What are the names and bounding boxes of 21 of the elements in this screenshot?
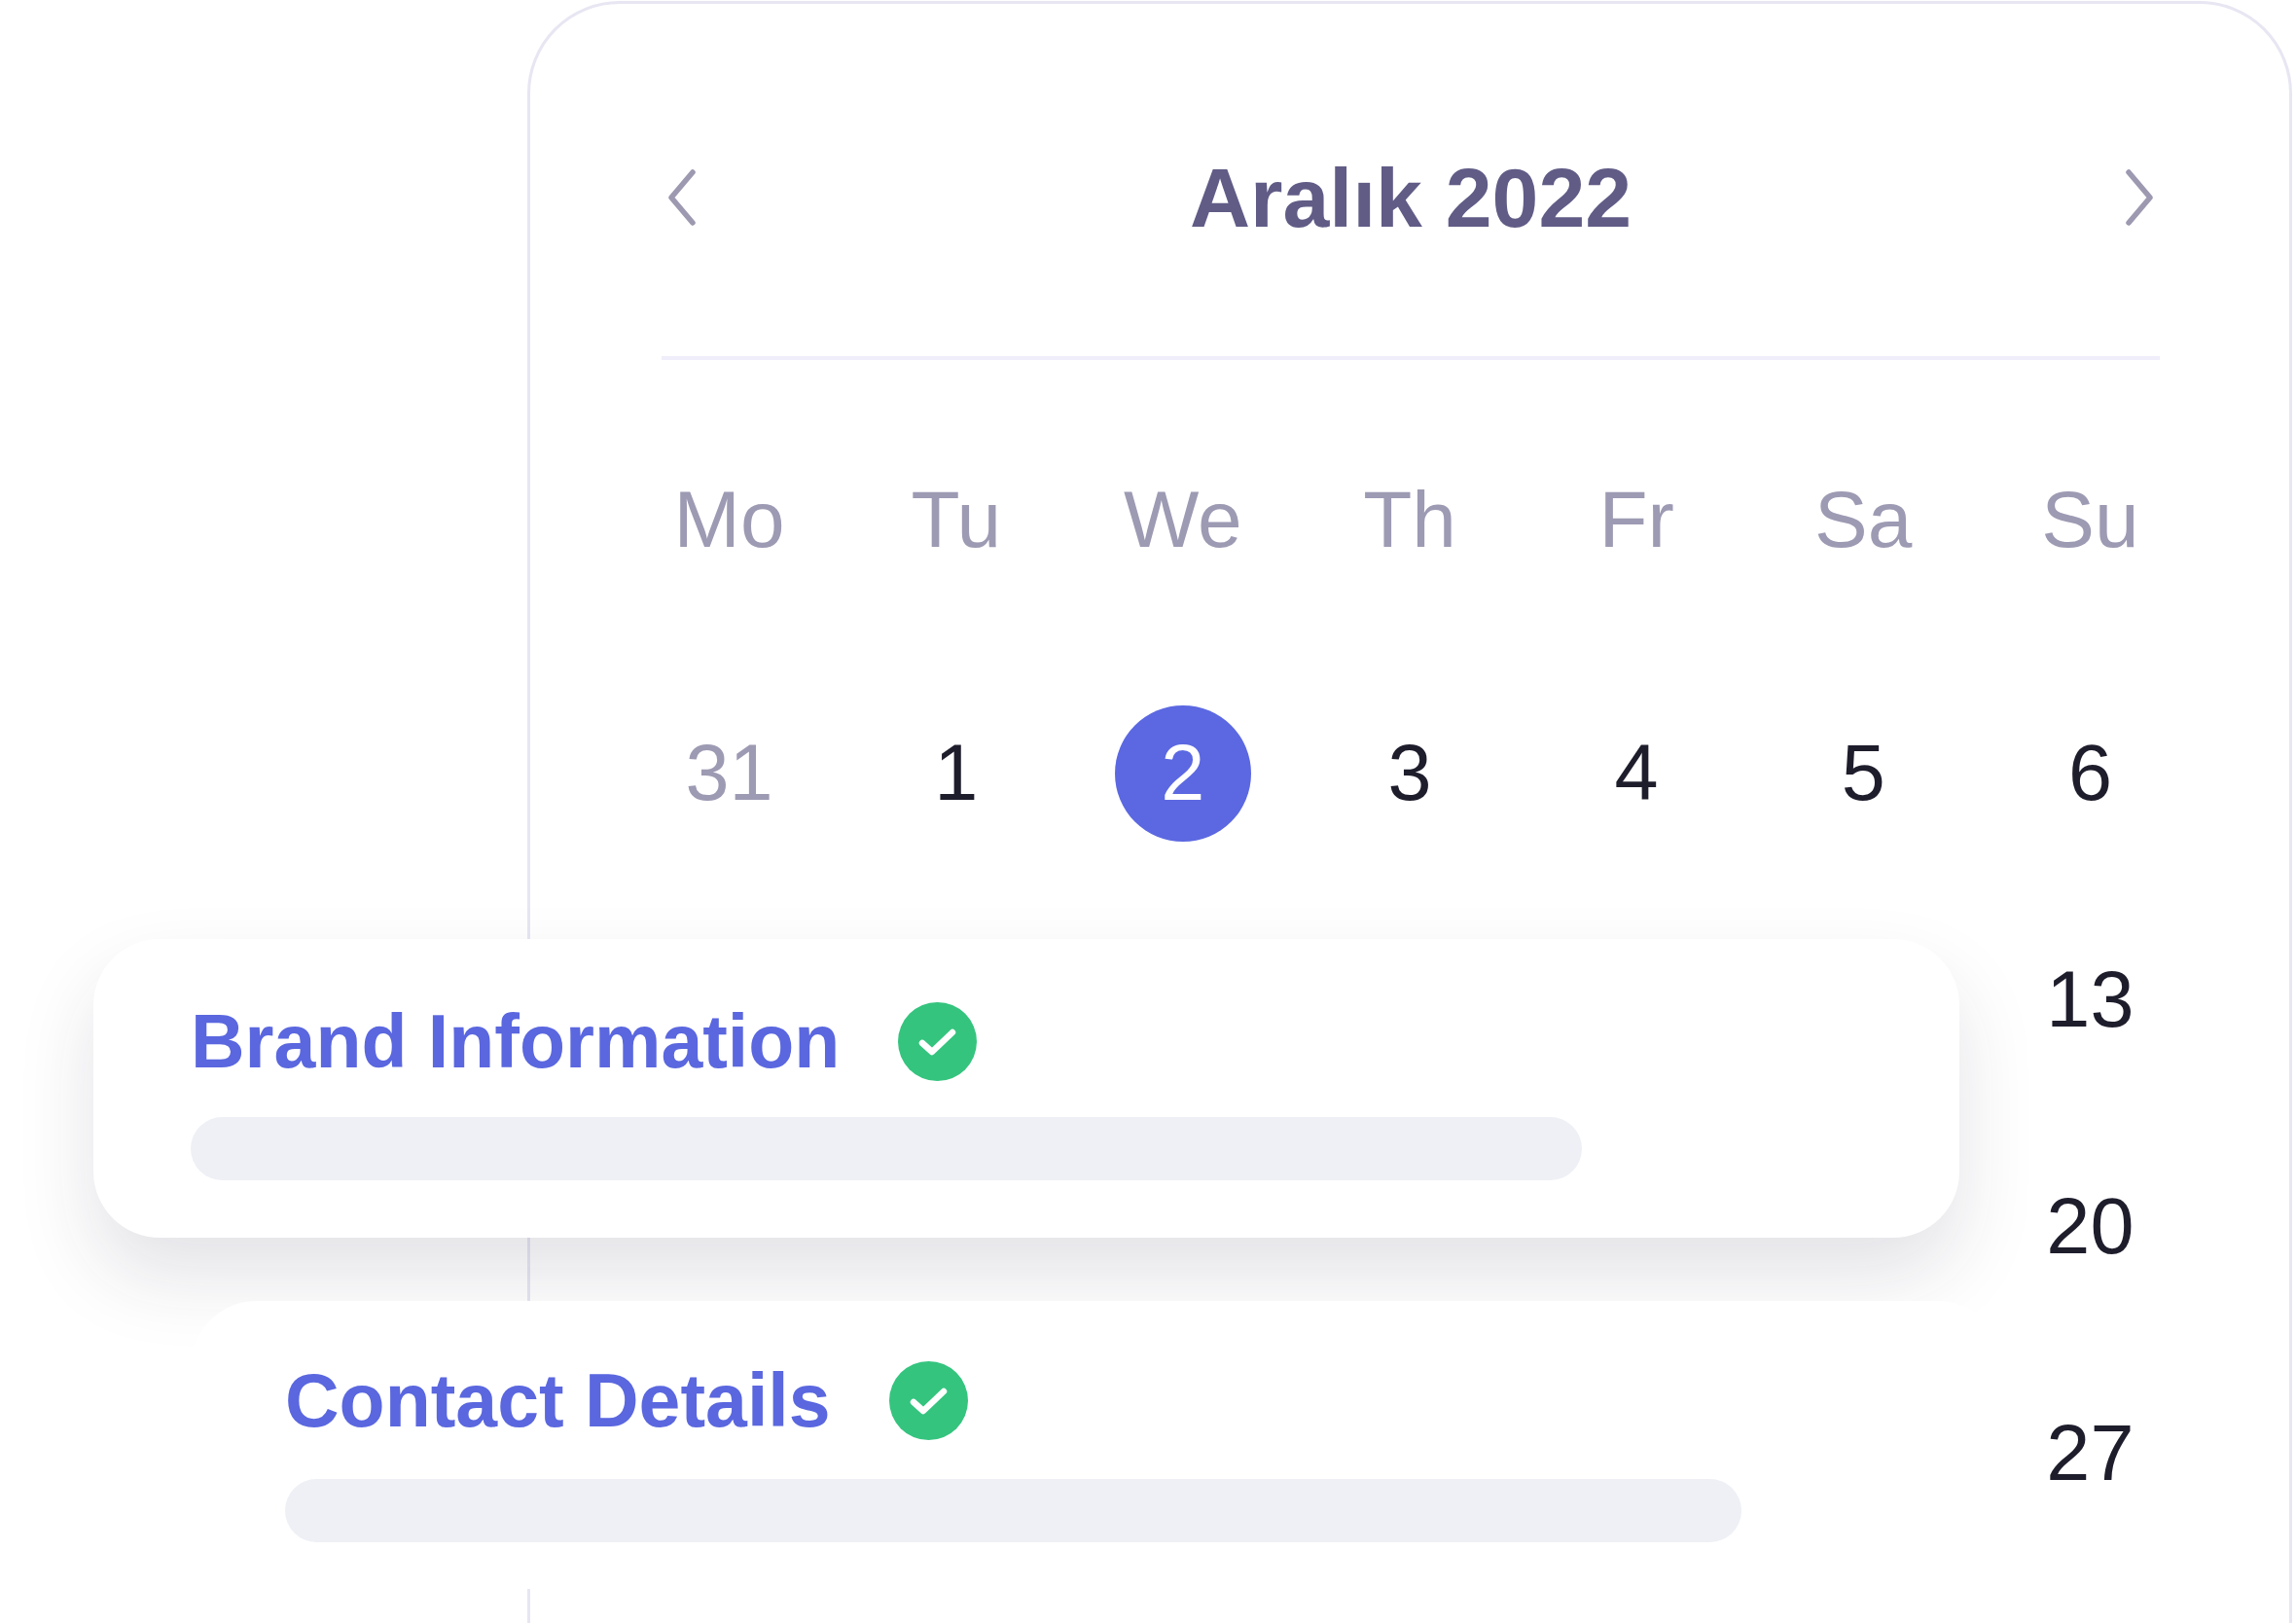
weekday-label: Fr <box>1598 480 1674 559</box>
calendar-day[interactable]: 3 <box>1387 734 1432 812</box>
calendar-day[interactable]: 1 <box>934 734 979 812</box>
weekday-label: Tu <box>911 480 1002 559</box>
weekday-label: Mo <box>673 480 785 559</box>
calendar-day[interactable]: 20 <box>2046 1187 2135 1266</box>
weekday-label: We <box>1124 480 1242 559</box>
step-title: Brand Information <box>191 1004 841 1079</box>
weekday-label: Th <box>1363 480 1456 559</box>
calendar-day[interactable]: 2 <box>1114 704 1251 842</box>
weekday-label: Su <box>2041 480 2139 559</box>
calendar-day[interactable]: 5 <box>1841 734 1885 812</box>
calendar-day[interactable]: 27 <box>2046 1414 2135 1493</box>
calendar-day[interactable]: 4 <box>1614 734 1659 812</box>
chevron-right-icon <box>2125 169 2154 226</box>
weekday-label: Sa <box>1814 480 1913 559</box>
chevron-left-icon <box>667 169 697 226</box>
calendar-day[interactable]: 13 <box>2046 960 2135 1039</box>
step-title: Contact Details <box>285 1363 831 1438</box>
month-title: Aralık 2022 <box>1189 156 1632 239</box>
calendar-day[interactable]: 6 <box>2067 734 2112 812</box>
